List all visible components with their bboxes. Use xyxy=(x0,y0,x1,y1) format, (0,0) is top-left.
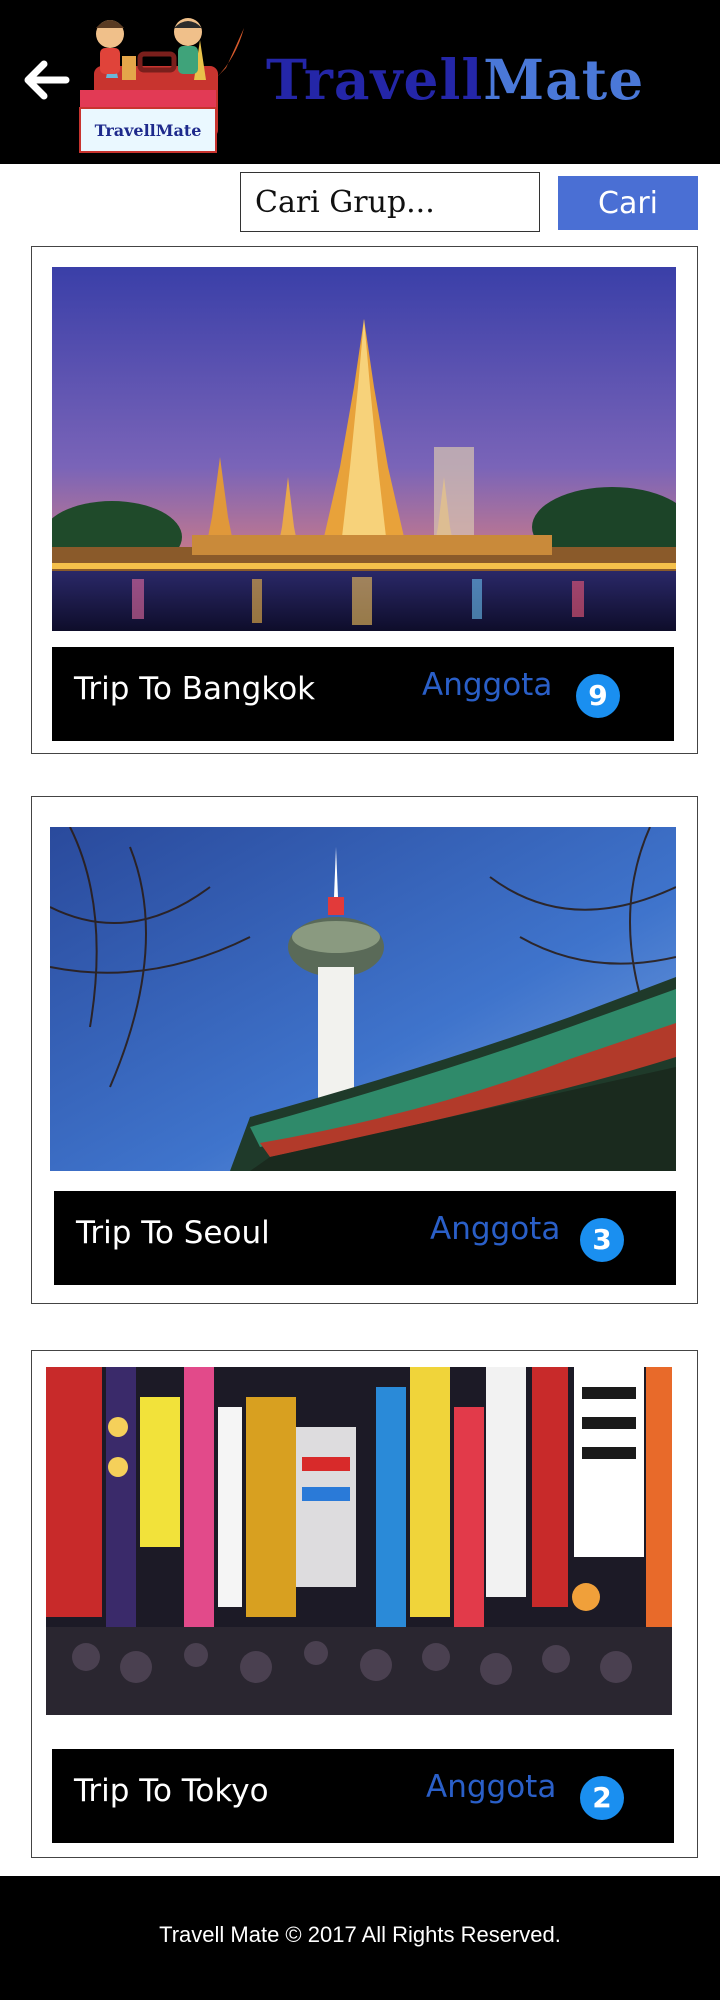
member-label: Anggota xyxy=(422,667,553,703)
member-count-badge: 2 xyxy=(580,1776,624,1820)
arrow-left-icon xyxy=(24,60,70,100)
group-info-bar: Trip To Seoul Anggota 3 xyxy=(54,1191,676,1285)
group-image-seoul xyxy=(50,827,676,1171)
logo-text: TravellMate xyxy=(95,121,202,140)
group-card-bangkok[interactable]: Trip To Bangkok Anggota 9 xyxy=(31,246,698,754)
group-title: Trip To Tokyo xyxy=(74,1773,269,1809)
app-header: TravellMate TravellMate xyxy=(0,0,720,164)
group-info-bar: Trip To Tokyo Anggota 2 xyxy=(52,1749,674,1843)
logo[interactable]: TravellMate xyxy=(76,8,252,156)
copyright-text: Travell Mate © 2017 All Rights Reserved. xyxy=(159,1922,561,1947)
group-card-tokyo[interactable]: Trip To Tokyo Anggota 2 xyxy=(31,1350,698,1858)
footer: Travell Mate © 2017 All Rights Reserved. xyxy=(0,1876,720,2000)
member-count-badge: 9 xyxy=(576,674,620,718)
brand-title: TravellMate xyxy=(266,40,644,120)
search-button[interactable]: Cari xyxy=(558,176,698,230)
back-button[interactable] xyxy=(18,52,74,108)
member-label: Anggota xyxy=(426,1769,557,1805)
group-image-bangkok xyxy=(52,267,676,631)
group-title: Trip To Seoul xyxy=(76,1215,270,1251)
group-card-seoul[interactable]: Trip To Seoul Anggota 3 xyxy=(31,796,698,1304)
member-count-badge: 3 xyxy=(580,1218,624,1262)
group-image-tokyo xyxy=(46,1367,672,1715)
group-title: Trip To Bangkok xyxy=(74,671,316,707)
member-label: Anggota xyxy=(430,1211,561,1247)
brand-title-part1: Travell xyxy=(266,47,484,112)
brand-title-part2: Mate xyxy=(483,47,645,112)
search-input[interactable] xyxy=(240,172,540,232)
group-info-bar: Trip To Bangkok Anggota 9 xyxy=(52,647,674,741)
